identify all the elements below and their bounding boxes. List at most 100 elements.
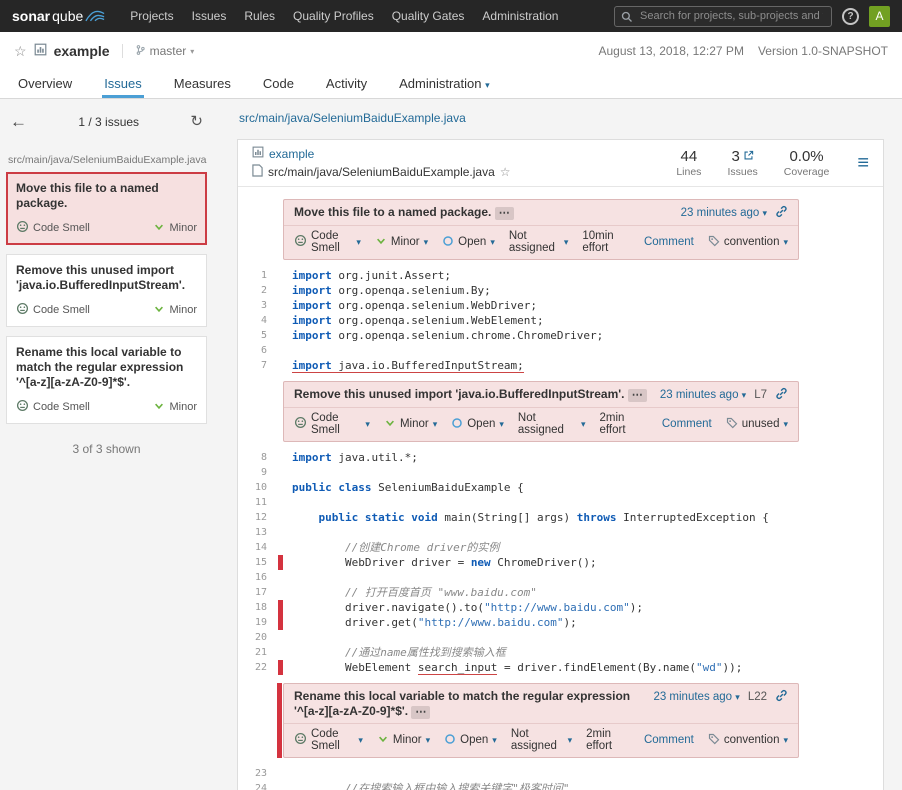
line-number[interactable]: 11: [238, 495, 278, 510]
line-number[interactable]: 21: [238, 645, 278, 660]
search-input[interactable]: [614, 6, 832, 27]
issue-status-dropdown[interactable]: Open ▾: [451, 417, 504, 432]
issue-more-button[interactable]: ⋯: [495, 207, 514, 220]
line-number[interactable]: 5: [238, 328, 278, 343]
code-line[interactable]: 17 // 打开百度首页 "www.baidu.com": [238, 585, 883, 600]
issue-time-dropdown[interactable]: 23 minutes ago ▾: [653, 691, 739, 703]
code-line[interactable]: 22 WebElement search_input = driver.find…: [238, 660, 883, 675]
metric-lines[interactable]: 44 Lines: [676, 148, 701, 178]
line-number[interactable]: 4: [238, 313, 278, 328]
code-line[interactable]: 3 import org.openqa.selenium.WebDriver;: [238, 298, 883, 313]
branch-selector[interactable]: master ▾: [135, 44, 195, 59]
issue-severity-dropdown[interactable]: Minor ▾: [384, 417, 437, 432]
issue-comment-link[interactable]: Comment: [644, 734, 694, 746]
nav-item-projects[interactable]: Projects: [121, 9, 182, 23]
breadcrumb[interactable]: src/main/java/SeleniumBaiduExample.java: [239, 111, 466, 125]
nav-item-rules[interactable]: Rules: [235, 9, 284, 23]
issue-tags-dropdown[interactable]: convention ▾: [708, 733, 788, 748]
issue-comment-link[interactable]: Comment: [662, 418, 712, 430]
issue-type-dropdown[interactable]: Code Smell ▾: [294, 412, 370, 436]
file-project-link[interactable]: example: [252, 146, 511, 161]
file-favorite-star-icon[interactable]: ☆: [500, 165, 511, 179]
issue-assignee-dropdown[interactable]: Not assigned ▾: [511, 728, 572, 752]
line-number[interactable]: 9: [238, 465, 278, 480]
issue-tags-dropdown[interactable]: unused ▾: [726, 417, 788, 432]
line-number[interactable]: 1: [238, 268, 278, 283]
line-number[interactable]: 8: [238, 450, 278, 465]
issue-line-ref[interactable]: L22: [748, 691, 767, 703]
issue-severity-dropdown[interactable]: Minor ▾: [377, 733, 430, 748]
issue-comment-link[interactable]: Comment: [644, 236, 694, 248]
line-number[interactable]: 2: [238, 283, 278, 298]
issue-assignee-dropdown[interactable]: Not assigned ▾: [509, 230, 569, 254]
code-line[interactable]: 14 //创建Chrome driver的实例: [238, 540, 883, 555]
inline-issue-box[interactable]: Remove this unused import 'java.io.Buffe…: [283, 381, 799, 442]
line-number[interactable]: 15: [238, 555, 278, 570]
code-line[interactable]: 16: [238, 570, 883, 585]
sonarqube-logo[interactable]: sonarqube: [12, 7, 105, 25]
issue-status-dropdown[interactable]: Open ▾: [442, 235, 495, 250]
line-number[interactable]: 13: [238, 525, 278, 540]
nav-item-quality-profiles[interactable]: Quality Profiles: [284, 9, 383, 23]
issue-more-button[interactable]: ⋯: [628, 389, 647, 402]
metric-coverage[interactable]: 0.0% Coverage: [784, 148, 830, 178]
permalink-icon[interactable]: [775, 387, 788, 403]
back-icon[interactable]: ←: [10, 113, 27, 130]
line-number[interactable]: 3: [238, 298, 278, 313]
menu-icon[interactable]: ≡: [857, 153, 869, 173]
code-line[interactable]: 21 //通过name属性找到搜索输入框: [238, 645, 883, 660]
issue-severity-dropdown[interactable]: Minor ▾: [375, 235, 428, 250]
line-number[interactable]: 14: [238, 540, 278, 555]
code-line[interactable]: 15 WebDriver driver = new ChromeDriver()…: [238, 555, 883, 570]
user-avatar[interactable]: A: [869, 6, 890, 27]
line-number[interactable]: 19: [238, 615, 278, 630]
tab-overview[interactable]: Overview: [16, 76, 74, 98]
code-line[interactable]: 9: [238, 465, 883, 480]
issue-card[interactable]: Rename this local variable to match the …: [6, 336, 207, 424]
favorite-star-icon[interactable]: ☆: [14, 43, 27, 60]
nav-item-administration[interactable]: Administration: [473, 9, 567, 23]
code-line[interactable]: 13: [238, 525, 883, 540]
line-number[interactable]: 18: [238, 600, 278, 615]
line-number[interactable]: 24: [238, 781, 278, 790]
code-line[interactable]: 24 //在搜索输入框中输入搜索关键字"极客时间": [238, 781, 883, 790]
code-line[interactable]: 2 import org.openqa.selenium.By;: [238, 283, 883, 298]
permalink-icon[interactable]: [775, 689, 788, 705]
line-number[interactable]: 12: [238, 510, 278, 525]
issue-card[interactable]: Remove this unused import 'java.io.Buffe…: [6, 254, 207, 327]
issue-type-dropdown[interactable]: Code Smell ▾: [294, 230, 361, 254]
project-name[interactable]: example: [54, 43, 110, 59]
code-line[interactable]: 7 import java.io.BufferedInputStream;: [238, 358, 883, 373]
code-line[interactable]: 1 import org.junit.Assert;: [238, 268, 883, 283]
code-line[interactable]: 6: [238, 343, 883, 358]
tab-activity[interactable]: Activity: [324, 76, 369, 98]
line-number[interactable]: 17: [238, 585, 278, 600]
line-number[interactable]: 16: [238, 570, 278, 585]
issue-more-button[interactable]: ⋯: [411, 706, 430, 719]
inline-issue-box[interactable]: Rename this local variable to match the …: [283, 683, 799, 758]
issue-line-ref[interactable]: L7: [754, 389, 767, 401]
code-line[interactable]: 20: [238, 630, 883, 645]
tab-administration[interactable]: Administration ▾: [397, 76, 492, 98]
issue-type-dropdown[interactable]: Code Smell ▾: [294, 728, 363, 752]
code-line[interactable]: 19 driver.get("http://www.baidu.com");: [238, 615, 883, 630]
issue-status-dropdown[interactable]: Open ▾: [444, 733, 497, 748]
code-line[interactable]: 12 public static void main(String[] args…: [238, 510, 883, 525]
nav-item-issues[interactable]: Issues: [183, 9, 236, 23]
issue-tags-dropdown[interactable]: convention ▾: [708, 235, 788, 250]
code-line[interactable]: 8 import java.util.*;: [238, 450, 883, 465]
line-number[interactable]: 23: [238, 766, 278, 781]
permalink-icon[interactable]: [775, 205, 788, 221]
code-line[interactable]: 4 import org.openqa.selenium.WebElement;: [238, 313, 883, 328]
tab-issues[interactable]: Issues: [102, 76, 144, 98]
code-line[interactable]: 5 import org.openqa.selenium.chrome.Chro…: [238, 328, 883, 343]
line-number[interactable]: 10: [238, 480, 278, 495]
line-number[interactable]: 7: [238, 358, 278, 373]
issue-time-dropdown[interactable]: 23 minutes ago ▾: [681, 207, 767, 219]
reload-icon[interactable]: ↻: [190, 114, 203, 129]
line-number[interactable]: 6: [238, 343, 278, 358]
issue-time-dropdown[interactable]: 23 minutes ago ▾: [660, 389, 746, 401]
line-number[interactable]: 22: [238, 660, 278, 675]
nav-item-quality-gates[interactable]: Quality Gates: [383, 9, 474, 23]
code-line[interactable]: 18 driver.navigate().to("http://www.baid…: [238, 600, 883, 615]
